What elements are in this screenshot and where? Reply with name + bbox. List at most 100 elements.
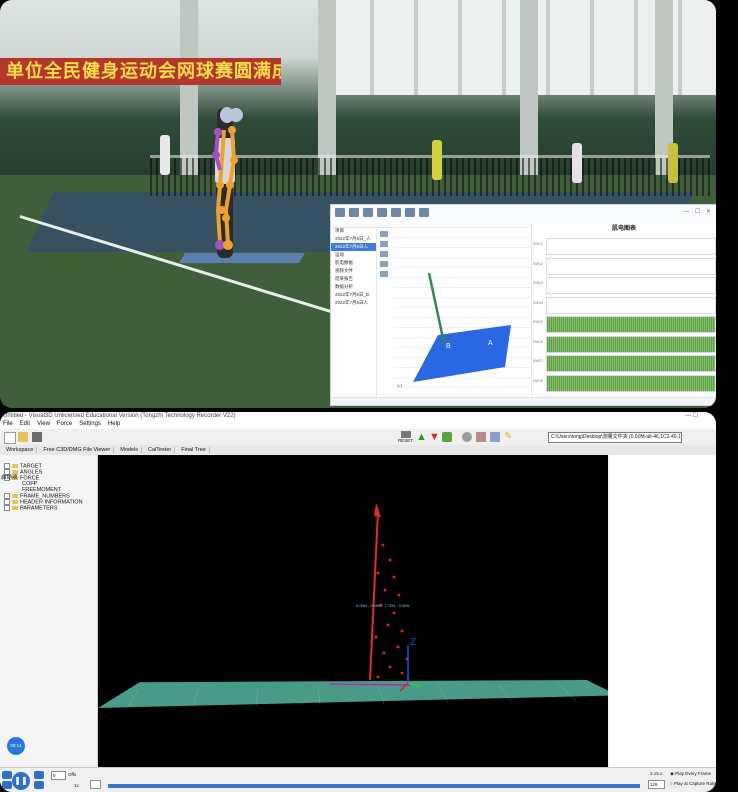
emg-channel-label: EMG3: [533, 281, 543, 285]
save-icon[interactable]: [32, 432, 42, 442]
tab[interactable]: Final Tree: [178, 447, 210, 453]
menu-bar: File Edit View Force Settings Help: [0, 420, 716, 429]
offset-label: Offs: [68, 772, 77, 777]
rewind-button[interactable]: [2, 781, 12, 789]
emg-channel-label: EMG4: [533, 300, 543, 305]
toolbar-icon[interactable]: [405, 208, 415, 217]
window-controls[interactable]: — ☐: [685, 412, 698, 419]
tree-item[interactable]: 2022年7月5日人: [331, 243, 376, 251]
play-every-frame-option[interactable]: ◉ Play Every Frame: [670, 771, 711, 777]
tool-icon[interactable]: [476, 432, 486, 442]
arrow-down-icon[interactable]: ▼: [429, 432, 440, 443]
toolbar-icon[interactable]: [349, 208, 359, 217]
file-path-select[interactable]: C:\Users\tong\Desktop\测量文件夹 (0.60M-alt-4…: [548, 432, 682, 443]
fast-forward-button[interactable]: [34, 781, 44, 789]
tennis-video-panel: 单位全民健身运动会网球赛圆满成功 — ☐ ✕ 项目 2022年7月5日_人 20…: [0, 0, 716, 408]
window-controls[interactable]: — ☐ ✕: [683, 208, 713, 215]
timeline-slider[interactable]: [108, 784, 640, 788]
player-pose-skeleton: [212, 107, 243, 258]
plate-edge: [329, 683, 411, 686]
frame-input[interactable]: 0: [51, 771, 66, 780]
main-toolbar: RESET ▲ ▼ ✎ C:\Users\tong\Desktop\测量文件夹 …: [0, 429, 716, 446]
mocap-software-window: Untitled - Visual3D Unlicensed Education…: [0, 412, 716, 792]
tool-icon[interactable]: [380, 261, 388, 267]
tab[interactable]: Free C3D/DMG File Viewer: [40, 447, 115, 453]
tool-icon[interactable]: [380, 251, 388, 257]
play-capture-rate-option[interactable]: ○ Play at Capture Rate: [670, 781, 716, 786]
tool-icon[interactable]: [380, 241, 388, 247]
tool-icon[interactable]: [380, 271, 388, 277]
background-player: [668, 143, 678, 183]
pause-button[interactable]: ❚❚: [12, 772, 30, 790]
menu-item-view[interactable]: View: [37, 421, 50, 427]
open-folder-icon[interactable]: [18, 432, 28, 442]
emg-channel-row: [546, 374, 716, 392]
background-player: [432, 140, 442, 180]
settings-icon[interactable]: [462, 432, 472, 442]
tree-node[interactable]: PARAMETERS: [0, 505, 97, 511]
toolbar-icon[interactable]: [335, 208, 345, 217]
tree-item[interactable]: 视频文件: [331, 267, 376, 275]
force-vector-line: [369, 509, 379, 681]
tool-icon[interactable]: [490, 432, 500, 442]
step-forward-button[interactable]: [34, 771, 44, 779]
tree-item[interactable]: 结果报告: [331, 275, 376, 283]
window-title: Untitled - Visual3D Unlicensed Education…: [0, 412, 716, 420]
folder-icon: [12, 464, 18, 468]
force-scene: Z: [127, 503, 577, 709]
toolbar-icon[interactable]: [363, 208, 373, 217]
emg-channel-row: [546, 296, 716, 314]
step-back-button[interactable]: [2, 771, 12, 779]
toolbar-icon[interactable]: [419, 208, 429, 217]
force-readout: 0.00N - 0.00N - 7.72N - 0.00N: [356, 603, 410, 608]
menu-item-help[interactable]: Help: [108, 421, 120, 427]
tree-item[interactable]: 数据分析: [331, 283, 376, 291]
menu-item-settings[interactable]: Settings: [79, 421, 101, 427]
tree-item[interactable]: 2022年7月5日_B: [331, 291, 376, 299]
emg-channel-row: [546, 257, 716, 275]
tree-item[interactable]: 项目: [331, 227, 376, 235]
banner: 单位全民健身运动会网球赛圆满成功: [0, 58, 281, 85]
tab[interactable]: CalTester: [145, 447, 176, 453]
emg-channel-label: EMG1: [533, 242, 543, 246]
3d-viewer[interactable]: Z 0.00N - 0.00N - 7.72N - 0.00N: [98, 455, 608, 767]
tab[interactable]: Workspace: [3, 447, 38, 453]
tool-icon[interactable]: [380, 231, 388, 237]
plate-label-a: A: [488, 340, 493, 347]
tree-item[interactable]: 肌电数据: [331, 259, 376, 267]
frame-total-field[interactable]: 129: [648, 780, 665, 789]
side-panel: [609, 455, 716, 767]
menu-item-file[interactable]: File: [3, 421, 13, 427]
toolbar-icon[interactable]: [391, 208, 401, 217]
z-axis-label: Z: [410, 637, 416, 648]
new-file-icon[interactable]: [4, 432, 16, 444]
force-vector: [427, 272, 446, 344]
time-badge: 00:14: [7, 737, 25, 755]
toolbar-icon[interactable]: [377, 208, 387, 217]
data-tree: TARGET ANGLES FORCE 启动项 COFP FREEMOMENT FRAME_…: [0, 455, 98, 765]
wand-icon[interactable]: ✎: [504, 432, 514, 442]
reset-button[interactable]: RESET: [398, 431, 413, 443]
expand-icon[interactable]: [4, 505, 10, 511]
tree-item[interactable]: 运动: [331, 251, 376, 259]
folder-icon: [12, 500, 18, 504]
playback-bar[interactable]: [331, 397, 716, 405]
playback-controls: ❚❚ 0 Offs 1x 2.15 x 129 ◉ Play Every Fra…: [0, 767, 716, 792]
folder-icon: [12, 506, 18, 510]
force-plate-shape: [413, 325, 511, 382]
menu-item-force[interactable]: Force: [57, 421, 72, 427]
emg-channel-row: [546, 238, 716, 255]
emg-analysis-window: — ☐ ✕ 项目 2022年7月5日_人 2022年7月5日人 运动 肌电数据 视频文件结…: [330, 204, 716, 406]
axis-indicator: 1:1: [397, 383, 403, 388]
loop-checkbox[interactable]: [90, 780, 101, 789]
emg-chart-panel: 肌电图表 EMG1 EMG2 EMG3 EMG4 EMG5 EMG6 EMG7 EMG8: [531, 224, 716, 396]
tree-item[interactable]: 2022年7月5日_人: [331, 235, 376, 243]
menu-item-edit[interactable]: Edit: [20, 421, 30, 427]
emg-channel-row: [546, 316, 716, 333]
check-icon[interactable]: [442, 432, 452, 442]
workspace-tabs: Workspace Free C3D/DMG File Viewer Models C…: [0, 445, 716, 455]
arrow-up-icon[interactable]: ▲: [416, 432, 427, 443]
tab[interactable]: Models: [117, 447, 142, 453]
tree-item[interactable]: 2022年7月5日人: [331, 299, 376, 307]
